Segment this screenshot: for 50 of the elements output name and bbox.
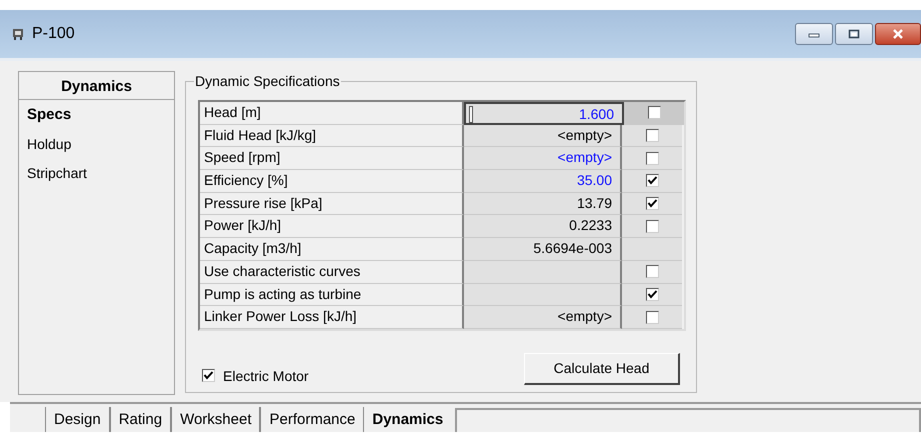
minimize-button[interactable] — [795, 23, 833, 45]
value-cell[interactable]: 35.00 — [464, 170, 622, 193]
window-title: P-100 — [32, 25, 75, 43]
tab[interactable]: Dynamics — [364, 405, 452, 432]
group-title: Dynamic Specifications — [194, 73, 341, 89]
table-cell: Capacity [m3/h] — [200, 238, 464, 261]
sidebar-item[interactable]: Holdup — [27, 136, 166, 152]
value-cell[interactable]: <empty> — [464, 124, 622, 148]
checkbox[interactable] — [646, 152, 658, 165]
checkbox[interactable] — [646, 220, 658, 233]
table-cell: Fluid Head [kJ/kg] — [200, 124, 464, 148]
checkbox[interactable] — [646, 310, 658, 324]
sidebar-item[interactable]: Specs — [27, 106, 166, 123]
value-cell[interactable]: 1.600 — [464, 102, 624, 125]
table-cell: Efficiency [%] — [200, 170, 464, 193]
table-cell: Speed [rpm] — [200, 147, 464, 170]
value-cell[interactable]: 0.2233 — [464, 215, 622, 238]
sidebar-heading: Dynamics — [19, 72, 174, 100]
checkbox[interactable] — [646, 197, 658, 210]
tab[interactable]: Rating — [110, 407, 172, 432]
value-cell[interactable] — [464, 284, 622, 306]
checkbox[interactable] — [646, 174, 658, 188]
checkbox[interactable] — [648, 106, 660, 120]
table-cell: Linker Power Loss [kJ/h] — [200, 306, 464, 329]
app-icon — [12, 28, 24, 40]
checkbox[interactable] — [646, 265, 658, 278]
value-cell[interactable]: 5.6694e-003 — [464, 238, 622, 261]
tab[interactable]: Worksheet — [171, 407, 260, 432]
checkbox[interactable] — [646, 288, 658, 301]
tab[interactable]: Performance — [260, 407, 364, 432]
table-cell: Pump is acting as turbine — [200, 284, 464, 306]
checkbox[interactable] — [646, 129, 658, 142]
calculate-head-button[interactable]: Calculate Head — [524, 352, 680, 385]
value-cell[interactable]: <empty> — [464, 147, 622, 170]
close-icon — [891, 29, 905, 39]
table-cell: Head [m] — [200, 102, 464, 125]
value-cell[interactable]: 13.79 — [464, 192, 622, 216]
tab[interactable]: Design — [45, 407, 110, 432]
value-cell[interactable]: <empty> — [464, 306, 622, 329]
checkbox[interactable] — [202, 369, 215, 382]
checkbox-label[interactable]: Electric Motor — [223, 368, 309, 384]
close-button[interactable] — [875, 23, 921, 45]
sidebar-item[interactable]: Stripchart — [27, 165, 166, 181]
maximize-button[interactable] — [835, 23, 873, 45]
maximize-icon — [848, 29, 860, 39]
table-cell: Pressure rise [kPa] — [200, 192, 464, 216]
table-cell: Use characteristic curves — [200, 260, 464, 284]
value-cell[interactable] — [464, 260, 622, 284]
table-cell: Power [kJ/h] — [200, 215, 464, 238]
text-caret — [469, 106, 473, 123]
